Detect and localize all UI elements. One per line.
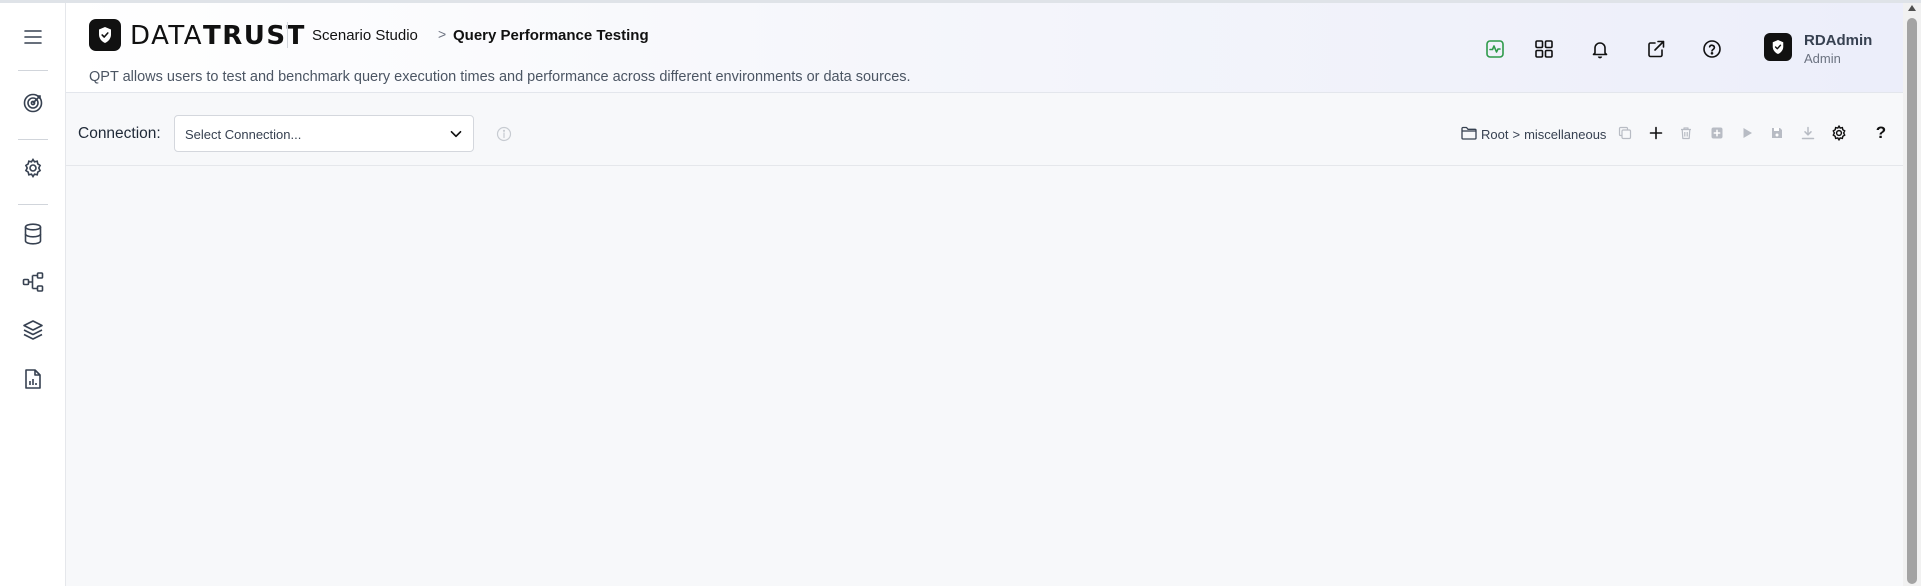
gear-icon[interactable] (17, 152, 49, 184)
database-icon[interactable] (17, 218, 49, 250)
chevron-down-icon (449, 127, 463, 146)
path-separator: > (1512, 127, 1521, 142)
user-role: Admin (1804, 51, 1841, 66)
folder-icon (1461, 126, 1477, 143)
report-icon[interactable] (17, 363, 49, 395)
connection-select-placeholder: Select Connection... (185, 127, 302, 142)
breadcrumb-section[interactable]: Scenario Studio (312, 27, 418, 44)
download-icon[interactable] (1798, 123, 1818, 143)
page-scrollbar[interactable] (1903, 3, 1921, 586)
help-label: ? (1875, 123, 1887, 142)
menu-icon[interactable] (17, 21, 49, 53)
trash-icon[interactable] (1676, 123, 1696, 143)
sidebar-divider (18, 139, 48, 140)
settings-icon[interactable] (1829, 123, 1849, 143)
header-divider (287, 22, 288, 48)
avatar[interactable] (1764, 33, 1792, 61)
sidebar-divider (18, 204, 48, 205)
add-box-icon[interactable] (1707, 123, 1727, 143)
copy-icon[interactable] (1615, 123, 1635, 143)
plus-icon[interactable] (1646, 123, 1666, 143)
target-icon[interactable] (17, 87, 49, 119)
logo-shield-icon (89, 19, 121, 51)
sidebar-divider (18, 70, 48, 71)
connection-toolbar: Connection: Select Connection... Root > … (66, 94, 1903, 166)
connection-select[interactable]: Select Connection... (174, 115, 474, 152)
path-folder[interactable]: miscellaneous (1524, 127, 1606, 142)
page-header: DATATRUST Scenario Studio > Query Perfor… (66, 3, 1903, 93)
help-circle-icon[interactable] (1699, 36, 1725, 62)
external-link-icon[interactable] (1643, 36, 1669, 62)
apps-grid-icon[interactable] (1531, 36, 1557, 62)
workflow-icon[interactable] (17, 266, 49, 298)
path-root[interactable]: Root (1481, 127, 1508, 142)
info-icon[interactable] (496, 126, 512, 147)
scroll-up-arrow-icon[interactable] (1908, 5, 1916, 11)
layers-icon[interactable] (17, 314, 49, 346)
breadcrumb-separator: > (438, 26, 447, 42)
bell-icon[interactable] (1587, 36, 1613, 62)
app-logo: DATATRUST (130, 21, 306, 51)
save-icon[interactable] (1767, 123, 1787, 143)
sidebar (0, 3, 66, 586)
activity-icon[interactable] (1482, 36, 1508, 62)
folder-path[interactable]: Root > miscellaneous (1461, 126, 1606, 143)
page-description: QPT allows users to test and benchmark q… (89, 69, 911, 85)
page-title: Query Performance Testing (453, 27, 649, 44)
play-icon[interactable] (1737, 123, 1757, 143)
help-icon[interactable]: ? (1871, 123, 1891, 143)
user-name[interactable]: RDAdmin (1804, 32, 1872, 49)
connection-label: Connection: (78, 125, 161, 142)
scroll-thumb[interactable] (1907, 18, 1917, 584)
